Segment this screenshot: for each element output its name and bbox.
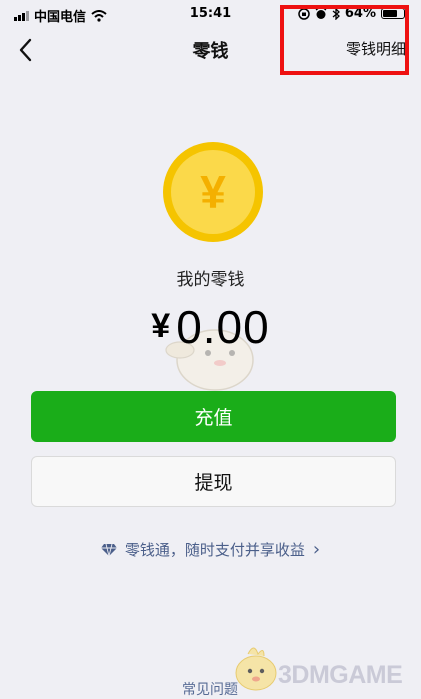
withdraw-button-label: 提现 [194,472,233,494]
lingqiantong-link[interactable]: 零钱通，随时支付并享收益 › [0,539,421,560]
balance-display: ¥0.00 [0,300,421,354]
currency-symbol: ¥ [151,307,171,345]
watermark-text: 3DMGAME [278,661,403,689]
3dmgame-watermark: 3DMGAME [228,640,414,695]
chevron-right-icon: › [312,539,321,560]
wallet-label: 我的零钱 [176,270,245,290]
balance-amount: 0.00 [176,301,270,353]
watermark-mascot-icon [235,647,277,691]
lingqiantong-text: 零钱通，随时支付并享收益 [124,541,305,559]
recharge-button[interactable]: 充值 [31,391,396,442]
diamond-icon [100,543,117,556]
recharge-button-label: 充值 [194,407,233,429]
highlight-annotation-box [280,5,409,75]
coin-icon: ¥ [163,142,263,242]
coin-symbol: ¥ [171,150,255,234]
withdraw-button[interactable]: 提现 [31,456,396,507]
